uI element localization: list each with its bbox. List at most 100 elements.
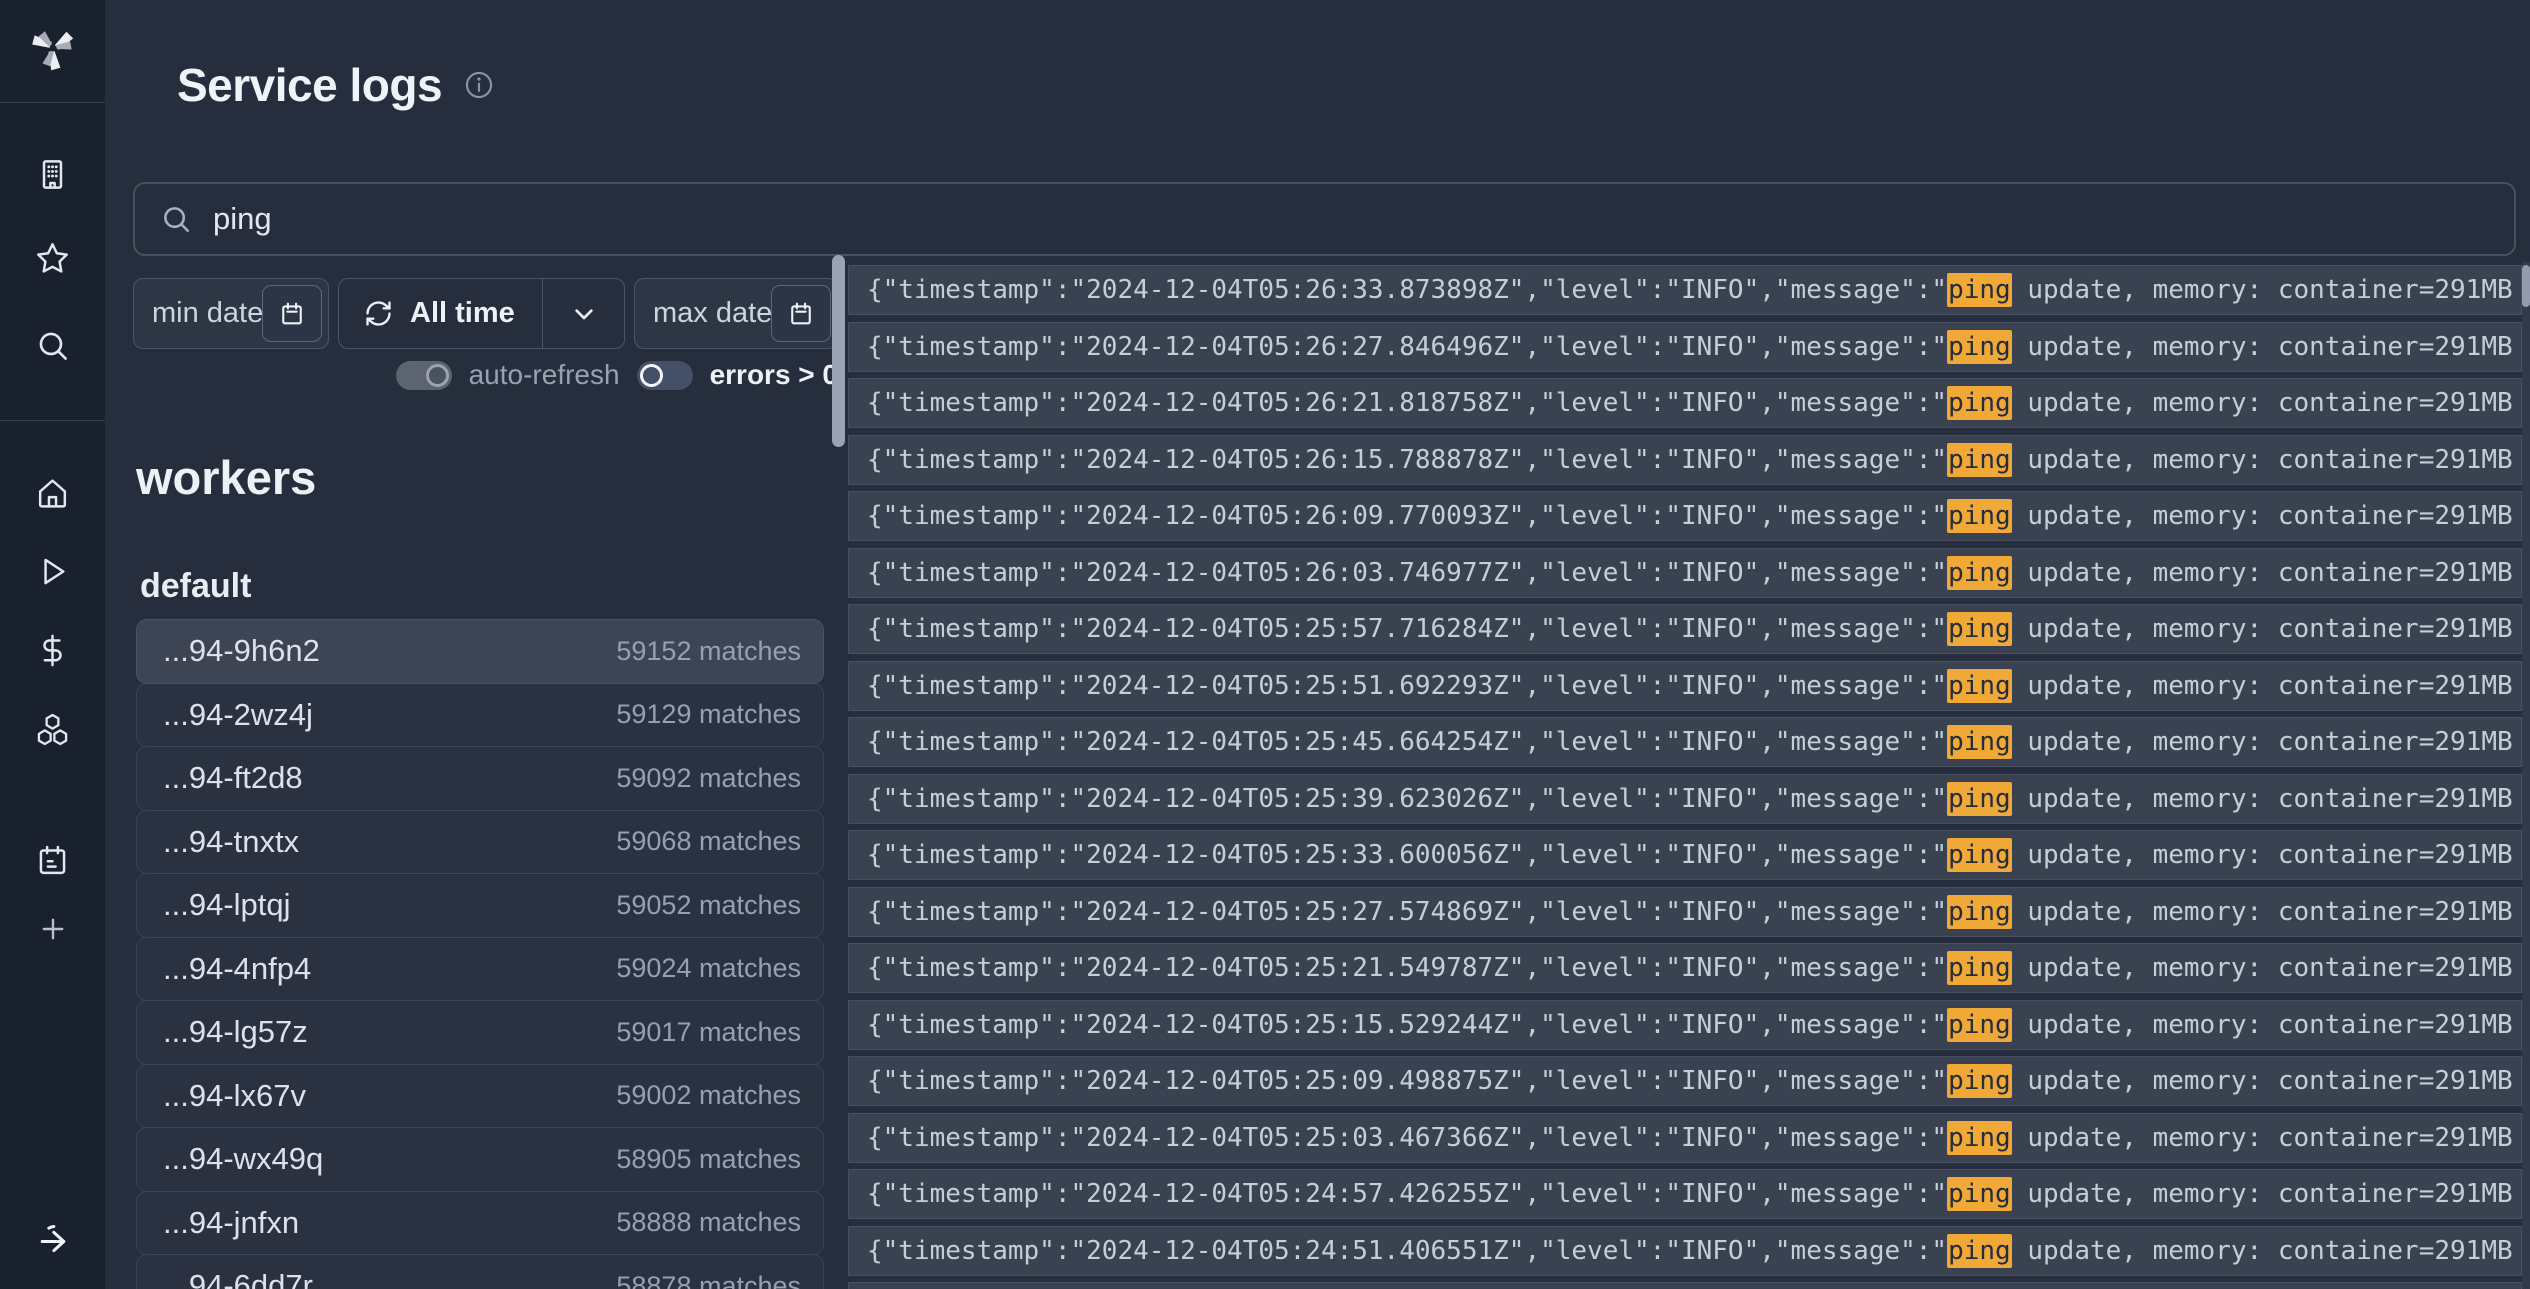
logs-right-scrollbar-thumb[interactable] [2522,265,2530,307]
page-title: Service logs [177,58,442,112]
worker-matches: 59068 matches [616,826,823,857]
worker-row[interactable]: ...94-lx67v 59002 matches [136,1064,824,1129]
min-date-field [133,278,329,349]
calendar-icon [787,300,815,328]
log-text-after: update, memory: container=291MB [2012,388,2513,418]
log-row: {"timestamp":"2024-12-04T05:25:15.529244… [848,1000,2522,1050]
sidebar-item-resources[interactable] [0,711,105,748]
log-text-before: {"timestamp":"2024-12-04T05:25:27.574869… [867,897,1947,927]
sidebar-item-search[interactable] [0,327,105,364]
sidebar-item-variables[interactable] [0,632,105,669]
worker-name: ...94-lptqj [137,887,291,923]
log-text-after: update, memory: container=291MB [2012,1123,2513,1153]
sidebar-divider-top [0,102,105,103]
max-date-calendar-button[interactable] [771,285,831,342]
time-range-caret-button[interactable] [543,279,624,348]
log-text-after: update, memory: container=291MB [2012,1179,2513,1209]
log-row: {"timestamp":"2024-12-04T05:25:03.467366… [848,1113,2522,1163]
log-row: {"timestamp":"2024-12-04T05:26:27.846496… [848,322,2522,372]
worker-row[interactable]: ...94-tnxtx 59068 matches [136,810,824,875]
time-range-label: All time [410,297,515,330]
filter-row: All time [133,278,838,349]
sidebar-item-runs[interactable] [0,553,105,590]
log-text-before: {"timestamp":"2024-12-04T05:26:15.788878… [867,445,1947,475]
auto-refresh-label: auto-refresh [469,359,620,391]
log-row: {"timestamp":"2024-12-04T05:24:51.406551… [848,1226,2522,1276]
worker-name: ...94-lg57z [137,1014,308,1050]
log-row: {"timestamp":"2024-12-04T05:25:33.600056… [848,830,2522,880]
log-text-before: {"timestamp":"2024-12-04T05:25:03.467366… [867,1123,1947,1153]
log-row: {"timestamp":"2024-12-04T05:26:21.818758… [848,378,2522,428]
star-icon [34,240,71,277]
worker-row[interactable]: ...94-2wz4j 59129 matches [136,683,824,748]
min-date-input[interactable] [134,297,262,330]
auto-refresh-toggle[interactable] [396,361,452,390]
logs-left-scrollbar-thumb[interactable] [832,255,845,447]
home-icon [34,474,71,511]
log-list[interactable]: {"timestamp":"2024-12-04T05:26:33.873898… [848,265,2522,1289]
log-text-after: update, memory: container=291MB [2012,897,2513,927]
sidebar-item-schedules[interactable] [0,842,105,879]
log-highlight: ping [1947,1008,2012,1042]
log-row: {"timestamp":"2024-12-04T05:25:45.664254… [848,717,2522,767]
log-highlight: ping [1947,1121,2012,1155]
worker-row[interactable]: ...94-wx49q 58905 matches [136,1127,824,1192]
boxes-icon [34,711,71,748]
log-row [848,1282,2522,1289]
worker-name: ...94-6dd7r [137,1268,313,1289]
worker-row[interactable]: ...94-jnfxn 58888 matches [136,1191,824,1256]
log-row: {"timestamp":"2024-12-04T05:26:03.746977… [848,548,2522,598]
log-text-before: {"timestamp":"2024-12-04T05:25:21.549787… [867,953,1947,983]
log-row: {"timestamp":"2024-12-04T05:25:09.498875… [848,1056,2522,1106]
toggle-knob [640,364,663,387]
worker-matches: 59052 matches [616,890,823,921]
log-highlight: ping [1947,499,2012,533]
worker-row[interactable]: ...94-9h6n2 59152 matches [136,619,824,684]
sidebar [0,0,105,1289]
worker-name: ...94-tnxtx [137,824,299,860]
worker-row[interactable]: ...94-lg57z 59017 matches [136,1000,824,1065]
log-highlight: ping [1947,612,2012,646]
chevron-down-icon [568,298,600,330]
building-icon [34,156,71,193]
search-input[interactable] [213,201,2490,237]
sidebar-item-home[interactable] [0,474,105,511]
log-highlight: ping [1947,669,2012,703]
errors-toggle[interactable] [637,361,693,390]
time-range-button[interactable]: All time [338,278,625,349]
toggle-knob [426,364,449,387]
time-range-main: All time [339,279,542,348]
log-text-after: update, memory: container=291MB [2012,1236,2513,1266]
log-row: {"timestamp":"2024-12-04T05:25:39.623026… [848,774,2522,824]
search-icon [159,202,193,236]
logs-right-scrollbar-track [2522,262,2530,1289]
log-text-before: {"timestamp":"2024-12-04T05:24:57.426255… [867,1179,1947,1209]
log-text-before: {"timestamp":"2024-12-04T05:26:09.770093… [867,501,1947,531]
worker-name: ...94-ft2d8 [137,760,303,796]
log-text-before: {"timestamp":"2024-12-04T05:25:39.623026… [867,784,1947,814]
log-highlight: ping [1947,386,2012,420]
log-text-before: {"timestamp":"2024-12-04T05:25:57.716284… [867,614,1947,644]
sidebar-divider-middle [0,420,105,421]
log-text-after: update, memory: container=291MB [2012,445,2513,475]
worker-matches: 59152 matches [616,636,823,667]
info-icon[interactable] [462,68,496,107]
worker-row[interactable]: ...94-6dd7r 58878 matches [136,1254,824,1289]
min-date-calendar-button[interactable] [262,285,322,342]
windmill-logo[interactable] [0,25,105,71]
page-header: Service logs [177,58,496,112]
worker-row[interactable]: ...94-4nfp4 59024 matches [136,937,824,1002]
worker-row[interactable]: ...94-lptqj 59052 matches [136,873,824,938]
log-highlight: ping [1947,443,2012,477]
worker-group-label: default [140,567,251,606]
sidebar-item-workspace[interactable] [0,156,105,193]
worker-row[interactable]: ...94-ft2d8 59092 matches [136,746,824,811]
sidebar-item-favorites[interactable] [0,240,105,277]
windmill-logo-icon [30,25,76,71]
sidebar-item-expand[interactable] [0,1219,105,1259]
max-date-input[interactable] [635,297,771,330]
sidebar-item-add[interactable] [0,912,105,946]
workers-heading: workers [136,450,316,505]
worker-name: ...94-jnfxn [137,1205,299,1241]
log-row: {"timestamp":"2024-12-04T05:26:09.770093… [848,491,2522,541]
